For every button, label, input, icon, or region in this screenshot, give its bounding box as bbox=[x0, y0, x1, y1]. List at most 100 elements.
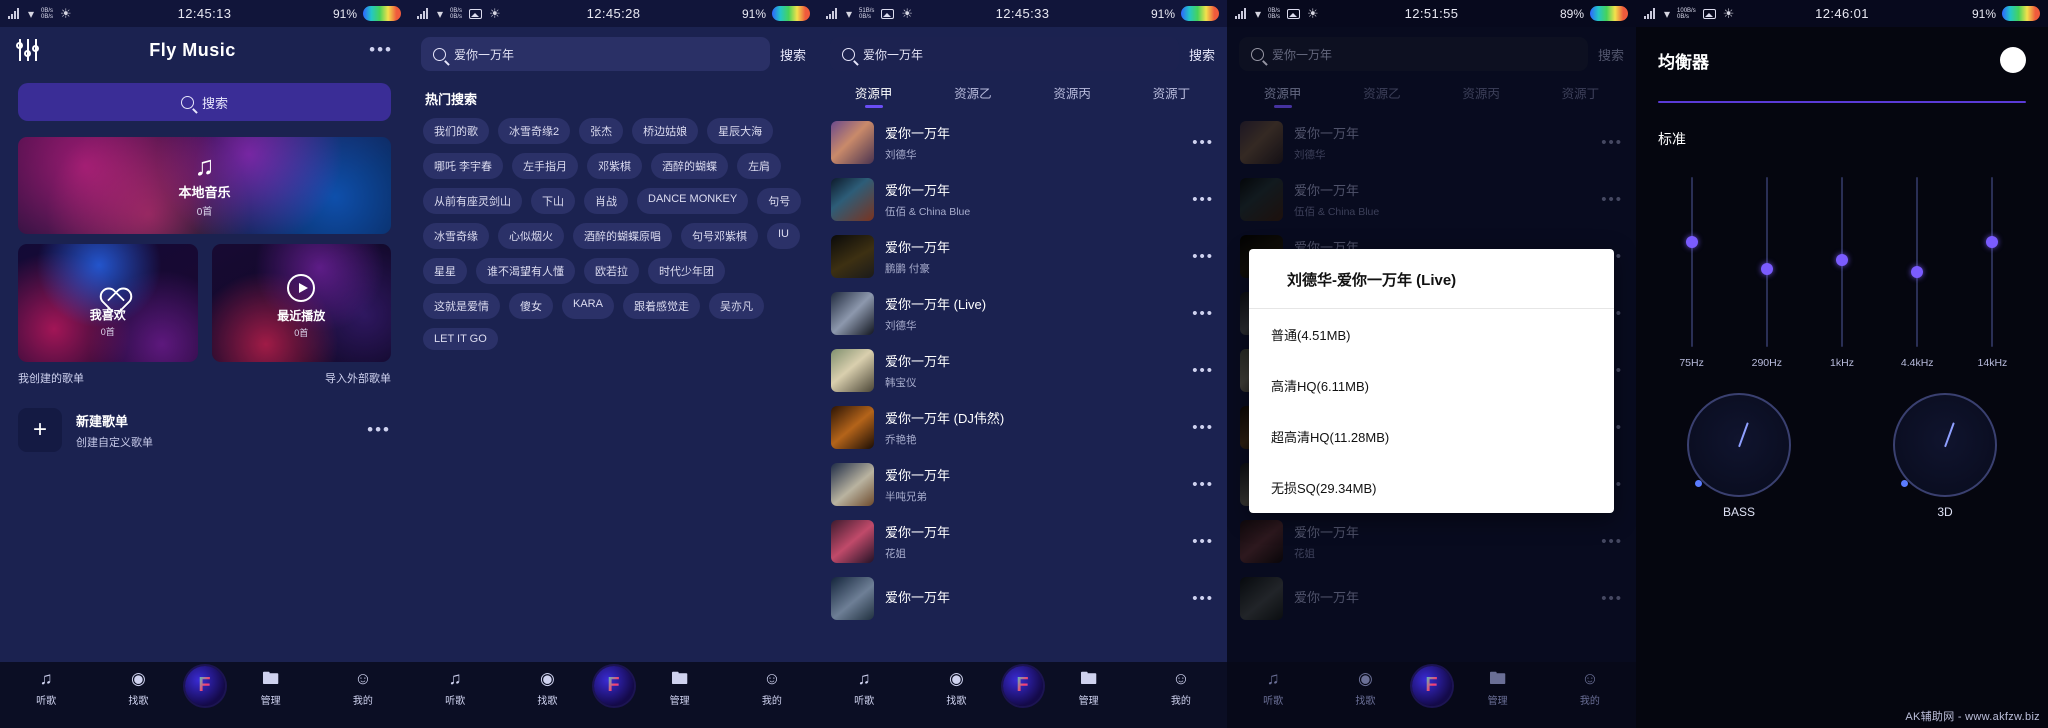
eq-band-slider[interactable] bbox=[1804, 177, 1879, 347]
hot-search-tag[interactable]: 句号 bbox=[757, 188, 802, 214]
equalizer-icon[interactable] bbox=[16, 39, 40, 61]
song-list-item[interactable]: 爱你一万年韩宝仪 ••• bbox=[818, 342, 1227, 399]
nav-item-mine[interactable]: ☺ 我的 bbox=[1544, 670, 1636, 708]
song-more-button[interactable]: ••• bbox=[1186, 134, 1214, 151]
recent-played-card[interactable]: 最近播放 0首 bbox=[211, 244, 391, 362]
app-logo-button[interactable]: F bbox=[184, 666, 225, 706]
search-button[interactable]: 搜索 bbox=[780, 45, 806, 64]
app-logo-button[interactable]: F bbox=[1411, 666, 1452, 706]
song-more-button[interactable]: ••• bbox=[1186, 476, 1214, 493]
search-input[interactable]: 搜索 bbox=[18, 83, 391, 121]
tab-资源乙[interactable]: 资源乙 bbox=[923, 83, 1022, 110]
nav-item-find[interactable]: ◉ 找歌 bbox=[92, 670, 184, 708]
nav-item-listen[interactable]: ♫ 听歌 bbox=[1227, 670, 1319, 708]
eq-band-slider[interactable] bbox=[1880, 177, 1955, 347]
nav-item-manage[interactable]: 🖿 管理 bbox=[225, 670, 317, 708]
nav-item-manage[interactable]: 🖿 管理 bbox=[1452, 670, 1544, 708]
overflow-menu-button[interactable]: ••• bbox=[369, 40, 393, 60]
hot-search-tag[interactable]: 吴亦凡 bbox=[708, 293, 764, 319]
tab-资源丁[interactable]: 资源丁 bbox=[1122, 83, 1221, 110]
eq-slider-knob[interactable] bbox=[1911, 266, 1924, 279]
tab-资源甲[interactable]: 资源甲 bbox=[824, 83, 923, 110]
new-playlist-row[interactable]: + 新建歌单 创建自定义歌单 ••• bbox=[18, 408, 391, 452]
eq-slider-knob[interactable] bbox=[1836, 254, 1848, 267]
hot-search-tag[interactable]: LET IT GO bbox=[423, 328, 498, 350]
hot-search-tag[interactable]: 这就是爱情 bbox=[423, 293, 500, 319]
hot-search-tag[interactable]: 左肩 bbox=[737, 153, 782, 179]
nav-item-manage[interactable]: 🖿 管理 bbox=[1043, 670, 1135, 708]
eq-band-slider[interactable] bbox=[1729, 177, 1804, 347]
song-list-item[interactable]: 爱你一万年 ••• bbox=[818, 570, 1227, 627]
hot-search-tag[interactable]: 肖战 bbox=[584, 188, 628, 214]
hot-search-tag[interactable]: 从前有座灵剑山 bbox=[423, 188, 522, 214]
search-button[interactable]: 搜索 bbox=[1189, 45, 1215, 64]
hot-search-tag[interactable]: 冰雪奇缘2 bbox=[498, 118, 571, 144]
quality-option[interactable]: 无损SQ(29.34MB) bbox=[1249, 462, 1614, 513]
song-list-item[interactable]: 爱你一万年 伍佰 & China Blue ••• bbox=[818, 171, 1227, 228]
local-music-card[interactable]: ♫ 本地音乐 0首 bbox=[18, 137, 391, 234]
eq-slider-knob[interactable] bbox=[1685, 235, 1698, 248]
nav-item-listen[interactable]: ♫ 听歌 bbox=[818, 670, 910, 708]
quality-option[interactable]: 普通(4.51MB) bbox=[1249, 309, 1614, 360]
nav-item-listen[interactable]: ♫ 听歌 bbox=[409, 670, 501, 708]
hot-search-tag[interactable]: IU bbox=[767, 223, 800, 249]
song-list-item[interactable]: 爱你一万年半吨兄弟 ••• bbox=[818, 456, 1227, 513]
hot-search-tag[interactable]: 下山 bbox=[531, 188, 575, 214]
song-more-button[interactable]: ••• bbox=[1186, 191, 1214, 208]
nav-item-mine[interactable]: ☺ 我的 bbox=[317, 670, 409, 708]
hot-search-tag[interactable]: 冰雪奇缘 bbox=[423, 223, 489, 249]
song-more-button[interactable]: ••• bbox=[1186, 419, 1214, 436]
hot-search-tag[interactable]: 欧若拉 bbox=[584, 258, 639, 284]
nav-item-mine[interactable]: ☺ 我的 bbox=[726, 670, 818, 708]
search-input[interactable]: 爱你一万年 bbox=[830, 37, 1179, 71]
hot-search-tag[interactable]: 酒醉的蝴蝶原唱 bbox=[573, 223, 672, 249]
song-list-item[interactable]: 爱你一万年 花姐 ••• bbox=[818, 513, 1227, 570]
hot-search-tag[interactable]: 左手指月 bbox=[512, 153, 579, 179]
nav-item-mine[interactable]: ☺ 我的 bbox=[1135, 670, 1227, 708]
hot-search-tag[interactable]: 傻女 bbox=[509, 293, 553, 319]
hot-search-tag[interactable]: 星辰大海 bbox=[707, 118, 774, 144]
hot-search-tag[interactable]: KARA bbox=[562, 293, 614, 319]
nav-item-find[interactable]: ◉ 找歌 bbox=[501, 670, 593, 708]
new-playlist-more-button[interactable]: ••• bbox=[367, 420, 391, 440]
hot-search-tag[interactable]: 心似烟火 bbox=[498, 223, 564, 249]
app-logo-button[interactable]: F bbox=[593, 666, 634, 706]
hot-search-tag[interactable]: 哪吒 李宇春 bbox=[423, 153, 504, 179]
eq-band-slider[interactable] bbox=[1955, 177, 2030, 347]
hot-search-tag[interactable]: DANCE MONKEY bbox=[637, 188, 749, 214]
nav-item-find[interactable]: ◉ 找歌 bbox=[1319, 670, 1411, 708]
hot-search-tag[interactable]: 酒醉的蝴蝶 bbox=[651, 153, 729, 179]
nav-item-manage[interactable]: 🖿 管理 bbox=[634, 670, 726, 708]
hot-search-tag[interactable]: 邓紫棋 bbox=[587, 153, 643, 179]
eq-slider-knob[interactable] bbox=[1760, 262, 1773, 275]
eq-slider-knob[interactable] bbox=[1986, 235, 1999, 248]
nav-item-listen[interactable]: ♫ 听歌 bbox=[0, 670, 92, 708]
hot-search-tag[interactable]: 我们的歌 bbox=[423, 118, 489, 144]
equalizer-toggle[interactable] bbox=[2000, 47, 2026, 73]
hot-search-tag[interactable]: 桥边姑娘 bbox=[632, 118, 699, 144]
hot-search-tag[interactable]: 时代少年团 bbox=[648, 258, 725, 284]
bass-knob[interactable] bbox=[1687, 393, 1791, 497]
hot-search-tag[interactable]: 星星 bbox=[423, 258, 467, 284]
song-more-button[interactable]: ••• bbox=[1186, 590, 1214, 607]
threed-knob[interactable] bbox=[1893, 393, 1997, 497]
nav-item-find[interactable]: ◉ 找歌 bbox=[910, 670, 1002, 708]
song-more-button[interactable]: ••• bbox=[1186, 248, 1214, 265]
quality-option[interactable]: 高清HQ(6.11MB) bbox=[1249, 360, 1614, 411]
hot-search-tag[interactable]: 谁不渴望有人懂 bbox=[476, 258, 575, 284]
hot-search-tag[interactable]: 句号邓紫棋 bbox=[681, 223, 758, 249]
song-list-item[interactable]: 爱你一万年 刘德华 ••• bbox=[818, 114, 1227, 171]
import-playlist-button[interactable]: 导入外部歌单 bbox=[325, 370, 391, 386]
app-logo-button[interactable]: F bbox=[1002, 666, 1043, 706]
search-input[interactable]: 爱你一万年 bbox=[421, 37, 770, 71]
song-more-button[interactable]: ••• bbox=[1186, 362, 1214, 379]
song-list-item[interactable]: 爱你一万年 (Live) 刘德华 ••• bbox=[818, 285, 1227, 342]
tab-资源丙[interactable]: 资源丙 bbox=[1023, 83, 1122, 110]
hot-search-tag[interactable]: 张杰 bbox=[579, 118, 624, 144]
favorites-card[interactable]: 我喜欢 0首 bbox=[18, 244, 198, 362]
song-more-button[interactable]: ••• bbox=[1186, 305, 1214, 322]
eq-band-slider[interactable] bbox=[1654, 177, 1729, 347]
song-list-item[interactable]: 爱你一万年鹏鹏 付豪 ••• bbox=[818, 228, 1227, 285]
song-more-button[interactable]: ••• bbox=[1186, 533, 1214, 550]
plus-icon[interactable]: + bbox=[18, 408, 62, 452]
